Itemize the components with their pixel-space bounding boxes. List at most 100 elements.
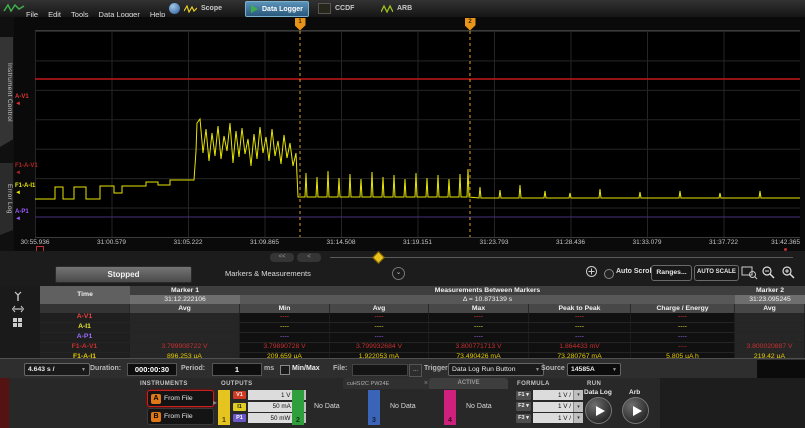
markers-measurements-dropdown[interactable]: Markers & Measurements — [225, 269, 311, 278]
formula-range-select-f1[interactable]: 1 V / — [533, 390, 573, 400]
play-icon — [251, 5, 258, 13]
measurement-row-a-i1[interactable]: A-I1-------------------- — [40, 323, 805, 333]
data-log-run-button[interactable] — [585, 397, 612, 424]
scroll-back-button[interactable]: < — [297, 253, 321, 262]
stat-col-min: Min — [240, 304, 330, 313]
time-per-div-select[interactable]: 4.643 s / ▼ — [24, 363, 90, 376]
chart-zone: A-V1◄F1-A-V1◄F1-A-I1◄A-P1◄ 30:55.93631:0… — [14, 17, 805, 251]
measurement-row-f1-a-v1[interactable]: F1-A-V13.799908722 V3.79890728 V3.799932… — [40, 343, 805, 353]
panel-accent-stripe — [0, 378, 9, 428]
stat-col-avg: Avg — [735, 304, 805, 313]
output-3-number: 3 — [372, 416, 376, 425]
instrument-b-label: From File — [164, 413, 193, 420]
x-tick: 31:28.436 — [556, 239, 585, 246]
caret-down-icon[interactable]: ▾ — [573, 402, 583, 412]
source-select[interactable]: 14585A▼ — [567, 363, 621, 376]
marker-flag-1[interactable]: 1 — [295, 18, 306, 31]
ranges-button[interactable]: Ranges... — [651, 265, 692, 281]
range-select-v1[interactable]: 1 V / — [248, 390, 296, 400]
output-3-bar[interactable]: 3 — [368, 390, 380, 425]
auto-scroll-checkbox[interactable] — [604, 269, 614, 279]
instruments-expand-arrow[interactable]: ▸ — [213, 398, 217, 407]
scroll-track[interactable] — [330, 257, 793, 258]
duration-value[interactable]: 000:00:30 — [127, 363, 177, 376]
active-tab[interactable]: ACTIVE — [429, 378, 508, 389]
row-name-column — [40, 304, 130, 313]
chevron-down-icon[interactable]: ⌄ — [392, 267, 405, 280]
trace-arrow-icon[interactable]: ◄ — [15, 216, 29, 223]
sidebar: Instrument Control Error Log — [0, 17, 14, 251]
stat-col-charge-energy: Charge / Energy — [631, 304, 735, 313]
trigger-select[interactable]: Data Log Run Button▼ — [448, 363, 544, 376]
arb-label: Arb — [629, 389, 640, 396]
output-2-bar[interactable]: 2 — [292, 390, 304, 425]
trace-arrow-icon[interactable]: ◄ — [15, 101, 29, 108]
row-cell: ---- — [429, 323, 529, 332]
row-cell: 1.864433 mV — [529, 343, 631, 352]
time-per-div-value: 4.643 s / — [28, 366, 54, 373]
trace-arrow-icon[interactable]: ◄ — [15, 190, 35, 197]
row-cell: 3.800020887 V — [735, 343, 805, 352]
formula-range-select-f2[interactable]: 1 V / — [533, 402, 573, 412]
tab-scope[interactable]: Scope — [179, 1, 227, 15]
grid-view-icon[interactable] — [12, 317, 23, 328]
trace-arrow-icon[interactable]: ◄ — [15, 170, 38, 177]
x-tick: 31:09.865 — [250, 239, 279, 246]
auto-scale-button[interactable]: AUTO SCALE — [694, 265, 739, 281]
row-cell: ---- — [631, 333, 735, 342]
caret-down-icon[interactable]: ▾ — [573, 390, 583, 400]
output-1-number: 1 — [222, 416, 226, 425]
zoom-in-icon[interactable] — [781, 265, 797, 280]
row-name: A-V1 — [40, 313, 130, 322]
close-icon[interactable]: × — [424, 380, 428, 387]
period-input[interactable]: 1 — [212, 363, 262, 376]
measurement-row-a-p1[interactable]: A-P1-------------------- — [40, 333, 805, 343]
caret-down-icon: ▼ — [81, 367, 86, 373]
between-markers-header: Measurements Between Markers — [240, 286, 735, 295]
formula-range-select-f3[interactable]: 1 V / — [533, 413, 573, 423]
formula-tag-f2[interactable]: F2 ▾ — [516, 402, 531, 411]
zoom-out-icon[interactable] — [761, 265, 777, 280]
caret-down-icon[interactable]: ▾ — [573, 413, 583, 423]
browse-button[interactable]: ... — [409, 364, 422, 377]
formula-row-f3: F3 ▾1 V /▾ — [516, 413, 583, 423]
pan-arrows-icon[interactable] — [12, 304, 24, 314]
tab-arb[interactable]: ARB — [376, 1, 417, 15]
formula-tag-f3[interactable]: F3 ▾ — [516, 414, 531, 423]
arb-run-button[interactable] — [622, 397, 649, 424]
measurement-row-a-v1[interactable]: A-V1-------------------- — [40, 313, 805, 323]
minmax-checkbox[interactable] — [280, 365, 290, 375]
instrument-b-button[interactable]: B From File — [147, 408, 214, 425]
range-select-i1[interactable]: 50 mA / — [248, 402, 296, 412]
marker-flag-2[interactable]: 2 — [465, 18, 476, 31]
scroll-fast-back-button[interactable]: << — [270, 253, 294, 262]
formula-tag-f1[interactable]: F1 ▾ — [516, 391, 531, 400]
output-4-bar[interactable]: 4 — [444, 390, 456, 425]
row-cell: ---- — [529, 333, 631, 342]
arb-icon — [381, 4, 393, 13]
row-cell: 3.79890728 V — [240, 343, 330, 352]
datalog-file-tab[interactable]: cuHSI2C PW24E × — [343, 378, 432, 389]
status-state-button[interactable]: Stopped — [55, 266, 192, 283]
add-marker-icon[interactable] — [585, 265, 598, 278]
measurements-table: Time Marker 1 31:12.222106 Measurements … — [0, 286, 805, 358]
range-select-p1[interactable]: 50 mW / — [248, 413, 296, 423]
tab-ccdf[interactable]: CCDF — [313, 1, 359, 15]
menubar: FileEditToolsData LoggerHelp Scope Data … — [0, 0, 805, 18]
zoom-window-icon[interactable] — [741, 265, 758, 280]
scope-icon — [184, 4, 197, 13]
plot-area[interactable] — [35, 30, 800, 238]
row-cell: ---- — [529, 323, 631, 332]
row-cell — [735, 323, 805, 332]
channel-tag-i1: I1 — [233, 403, 246, 411]
instrument-a-button[interactable]: A From File — [147, 390, 214, 407]
instruments-header: INSTRUMENTS — [140, 381, 188, 387]
tab-data-logger[interactable]: Data Logger — [245, 1, 309, 17]
tools-icon[interactable] — [12, 291, 24, 302]
sidebar-tab-error-log[interactable]: Error Log — [0, 163, 13, 235]
file-input[interactable] — [352, 364, 408, 376]
row-cell: ---- — [631, 323, 735, 332]
output-1-bar[interactable]: 1 — [218, 390, 230, 425]
trace-label-f1-a-i1: F1-A-I1◄ — [15, 183, 35, 197]
sidebar-tab-instrument-control[interactable]: Instrument Control — [0, 37, 13, 147]
